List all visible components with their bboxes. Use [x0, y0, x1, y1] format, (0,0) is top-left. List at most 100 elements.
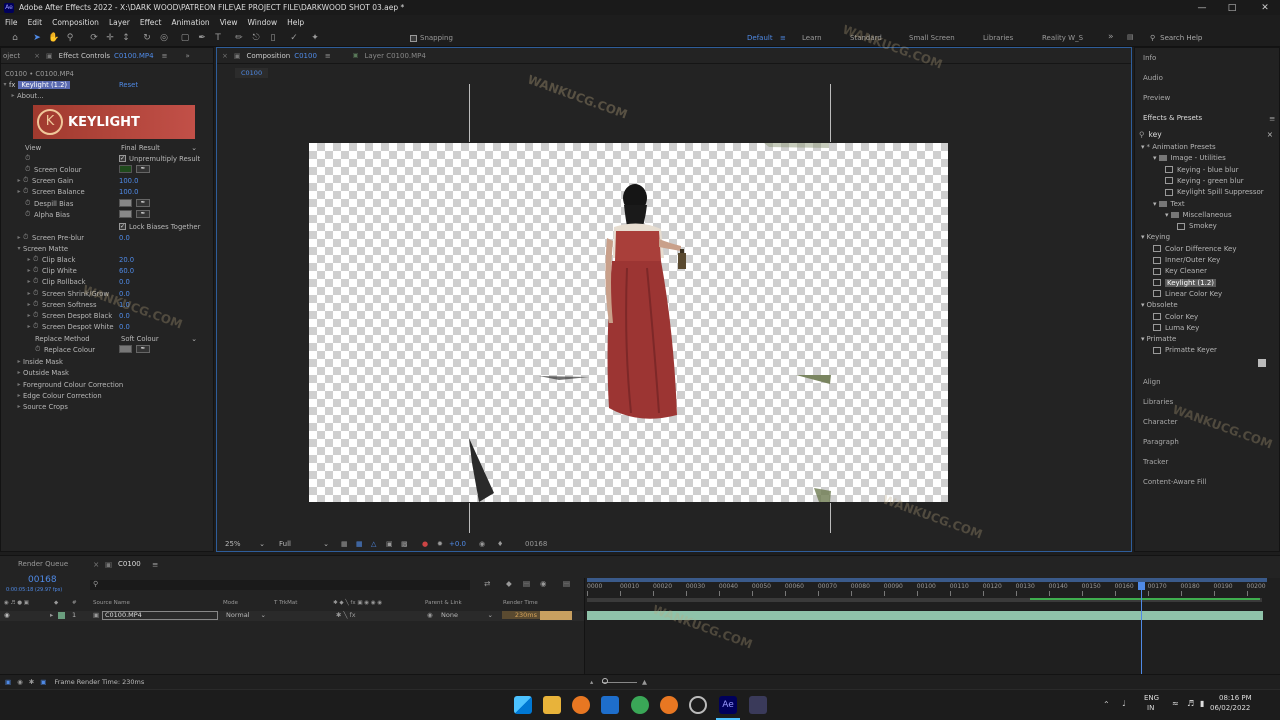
replace-method-dropdown[interactable]: Soft Colour ⌄ — [121, 335, 197, 343]
effects-tree-item[interactable]: Luma Key — [1153, 324, 1199, 332]
menu-edit[interactable]: Edit — [23, 18, 48, 27]
screen-gain-value[interactable]: 100.0 — [119, 177, 138, 185]
collapse-icon[interactable]: ▾ — [1141, 301, 1145, 309]
layer-tab[interactable]: Layer C0100.MP4 — [364, 52, 425, 60]
panel-menu-icon[interactable]: ≡ — [325, 52, 331, 60]
panel-menu-icon[interactable]: ≡ — [1269, 114, 1275, 123]
rotate-tool-icon[interactable]: ↻ — [141, 32, 153, 44]
effects-tree-item[interactable]: Keying - green blur — [1165, 177, 1244, 185]
alpha-bias-swatch[interactable] — [119, 210, 132, 218]
zoom-tool-icon[interactable]: ⚲ — [64, 32, 76, 44]
effects-tree-item[interactable]: Color Difference Key — [1153, 245, 1237, 253]
screen-matte-label[interactable]: Screen Matte — [23, 245, 68, 253]
effects-tree-item[interactable]: Keylight (1.2) — [1153, 278, 1217, 287]
stopwatch-icon[interactable]: ⏱ — [23, 233, 32, 242]
playhead[interactable] — [1140, 582, 1142, 676]
time-ruler[interactable]: 0000 00010 00020 00030 00040 00050 00060 00070 0… — [585, 582, 1280, 596]
blend-mode-dropdown[interactable]: Normal ⌄ — [226, 611, 266, 619]
volume-icon[interactable]: ♬ — [1187, 699, 1194, 708]
source-name-header[interactable]: Source Name — [93, 600, 130, 606]
stopwatch-icon[interactable]: ⏱ — [33, 289, 42, 298]
expand-icon[interactable]: ▸ — [25, 256, 33, 263]
lock-icon[interactable]: ▣ — [234, 52, 241, 60]
expand-icon[interactable]: ▸ — [15, 392, 23, 399]
fx-icon[interactable]: fx — [9, 81, 15, 89]
effects-search-field[interactable]: ⚲ key × — [1139, 128, 1275, 140]
expand-icon[interactable]: ▸ — [15, 188, 23, 195]
screen-preblur-value[interactable]: 0.0 — [119, 234, 130, 242]
stopwatch-icon[interactable]: ⏱ — [33, 300, 42, 309]
trkmat-header[interactable]: T TrkMat — [274, 600, 297, 606]
close-button[interactable]: ✕ — [1250, 0, 1280, 15]
despot-black-value[interactable]: 0.0 — [119, 312, 130, 320]
clip-rollback-value[interactable]: 0.0 — [119, 278, 130, 286]
about-label[interactable]: About... — [17, 92, 44, 100]
expand-icon[interactable]: ▸ — [25, 323, 33, 330]
effect-keylight-row[interactable]: ▾ fx Keylight (1.2) Reset — [1, 79, 202, 90]
color-channel-icon[interactable]: ● — [422, 540, 428, 548]
menu-effect[interactable]: Effect — [135, 18, 167, 27]
collapse-icon[interactable]: ▾ — [1153, 200, 1157, 208]
rectangle-tool-icon[interactable]: ▢ — [179, 32, 191, 44]
effect-controls-tab[interactable]: Effect Controls — [59, 52, 110, 60]
about-row[interactable]: ▸ About... — [1, 90, 202, 101]
shy-icon[interactable]: ◆ — [506, 579, 512, 588]
edge-cc-label[interactable]: Edge Colour Correction — [23, 392, 102, 400]
collapse-icon[interactable]: ▾ — [1165, 211, 1169, 219]
new-bin-icon[interactable] — [1258, 359, 1266, 367]
parent-dropdown[interactable]: None ⌄ — [441, 611, 493, 619]
expand-icon[interactable]: ▸ — [25, 301, 33, 308]
effects-tree-item[interactable]: Color Key — [1153, 313, 1198, 321]
despill-bias-swatch[interactable] — [119, 199, 132, 207]
search-sync-icon[interactable]: ▤ — [1127, 33, 1134, 41]
timeline-search-field[interactable]: ⚲ — [90, 580, 470, 590]
render-time-header[interactable]: Render Time — [503, 600, 538, 606]
stopwatch-icon[interactable]: ⏱ — [23, 187, 32, 196]
expand-icon[interactable]: ▸ — [25, 290, 33, 297]
menu-composition[interactable]: Composition — [47, 18, 104, 27]
pan-tool-icon[interactable]: ✛ — [104, 32, 116, 44]
source-crops-label[interactable]: Source Crops — [23, 403, 68, 411]
fast-previews-icon[interactable]: ▦ — [341, 540, 348, 548]
reset-link[interactable]: Reset — [119, 81, 138, 89]
show-snapshot-icon[interactable]: ♦ — [497, 540, 503, 548]
expand-icon[interactable]: ▸ — [15, 234, 23, 241]
toggle-switches-icon[interactable]: ▣ — [5, 678, 11, 686]
layer-row[interactable]: ◉ ▸ 1 ▣ C0100.MP4 Normal ⌄ ✱ ╲ fx ◉ None ⌄… — [0, 611, 584, 621]
expand-icon[interactable]: ▸ — [15, 358, 23, 365]
effects-tree-item[interactable]: Smokey — [1177, 222, 1217, 230]
tray-overflow-icon[interactable]: ⌃ — [1103, 700, 1110, 709]
zoom-slider-handle[interactable] — [602, 678, 608, 684]
stopwatch-icon[interactable]: ⏱ — [33, 322, 42, 331]
collapse-icon[interactable]: ▾ — [1141, 335, 1145, 343]
playhead-handle[interactable] — [1137, 582, 1145, 590]
effects-tree-item[interactable]: Keying - blue blur — [1165, 166, 1239, 174]
workspace-default[interactable]: Default — [747, 34, 773, 42]
shrink-grow-value[interactable]: 0.0 — [119, 290, 130, 298]
clip-black-value[interactable]: 20.0 — [119, 256, 134, 264]
workspace-menu-icon[interactable]: ≡ — [780, 34, 786, 42]
character-panel-tab[interactable]: Character — [1143, 418, 1178, 426]
grid-guides-icon[interactable]: ▩ — [401, 540, 408, 548]
comp-flowchart-tab[interactable]: C0100 — [235, 68, 269, 78]
collapse-icon[interactable]: ▾ — [1141, 233, 1145, 241]
project-tab[interactable]: oject — [3, 52, 20, 60]
transparency-grid-icon[interactable]: ▦ — [356, 540, 363, 548]
expand-icon[interactable]: ▸ — [15, 369, 23, 376]
menu-file[interactable]: File — [0, 18, 23, 27]
workspace-reality[interactable]: Reality W_S — [1042, 34, 1083, 42]
motion-blur-icon[interactable]: ◉ — [540, 579, 547, 588]
toggle-in-out-icon[interactable]: ▣ — [40, 678, 46, 686]
toggle-modes-icon[interactable]: ◉ — [17, 678, 23, 686]
file-explorer-icon[interactable] — [543, 696, 561, 714]
chrome-icon[interactable] — [631, 696, 649, 714]
reset-exposure-icon[interactable]: ✹ — [437, 540, 443, 548]
hand-tool-icon[interactable]: ✋ — [48, 32, 60, 44]
render-queue-tab[interactable]: Render Queue — [18, 560, 68, 568]
resolution-dropdown[interactable]: Full ⌄ — [279, 540, 329, 548]
composition-viewer[interactable] — [309, 143, 948, 502]
effects-presets-title[interactable]: Effects & Presets — [1143, 114, 1202, 122]
effect-name[interactable]: Keylight (1.2) — [18, 80, 71, 89]
timeline-graph[interactable]: 0000 00010 00020 00030 00040 00050 00060 00070 0… — [584, 578, 1280, 676]
clock-date[interactable]: 06/02/2022 — [1210, 704, 1250, 712]
